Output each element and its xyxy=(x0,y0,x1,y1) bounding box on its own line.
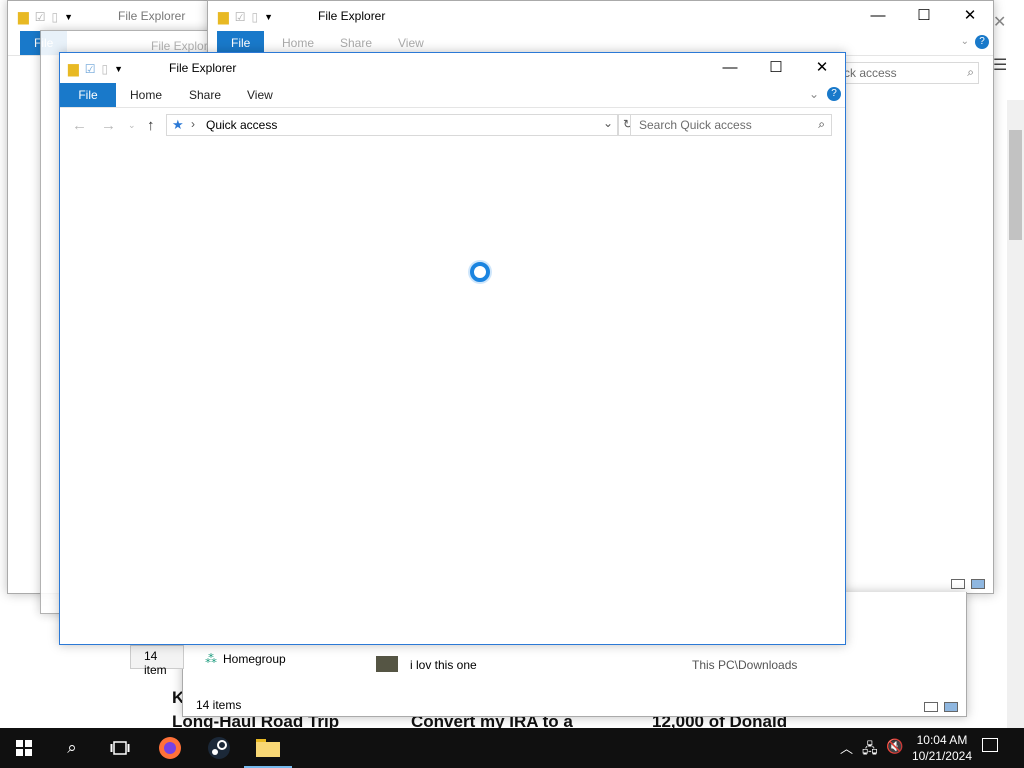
recent-chevron-icon[interactable]: ⌄ xyxy=(128,120,136,131)
title-bar[interactable]: ▆ ☑ ▯ ▼ File Explorer — ☐ ✕ xyxy=(60,53,845,83)
properties-icon[interactable]: ☑ xyxy=(235,10,246,24)
breadcrumb-quick-access[interactable]: Quick access xyxy=(206,118,277,132)
details-view-icon[interactable] xyxy=(951,579,965,589)
properties-icon[interactable]: ☑ xyxy=(85,62,96,76)
window-title: File Explorer xyxy=(318,9,386,23)
clock-date: 10/21/2024 xyxy=(911,749,972,763)
search-placeholder: Search Quick access xyxy=(639,118,752,132)
address-bar[interactable]: ★ › Quick access ⌄ xyxy=(166,114,618,136)
network-icon[interactable]: 🖧 xyxy=(862,738,878,762)
task-view-icon[interactable] xyxy=(96,728,144,768)
up-arrow-icon[interactable]: ↑ xyxy=(147,117,155,134)
close-button[interactable]: ✕ xyxy=(799,53,845,83)
content-area[interactable] xyxy=(60,142,845,644)
tab-share[interactable]: Share xyxy=(175,83,235,107)
chevron-down-icon[interactable]: ▼ xyxy=(264,12,273,22)
explorer-window-active[interactable]: ▆ ☑ ▯ ▼ File Explorer — ☐ ✕ File Home Sh… xyxy=(59,52,846,645)
browser-scrollbar-thumb[interactable] xyxy=(1009,130,1022,240)
nav-label: Homegroup xyxy=(223,652,286,666)
back-arrow-icon[interactable]: ← xyxy=(72,117,87,134)
breadcrumb-chevron-icon: › xyxy=(191,117,195,131)
large-icons-view-icon[interactable] xyxy=(971,579,985,589)
tab-view[interactable]: View xyxy=(233,83,287,107)
taskbar: ⌕ ︿ 🖧 🔇 10:04 AM 10/21/2024 xyxy=(0,728,1024,768)
folder-icon: ▆ xyxy=(68,60,79,76)
maximize-button[interactable]: ☐ xyxy=(753,53,799,83)
address-row: ← → ⌄ ↑ ★ › Quick access ⌄ ↻ Search Quic… xyxy=(60,108,845,142)
large-icons-view-icon[interactable] xyxy=(944,702,958,712)
folder-icon: ▆ xyxy=(18,8,29,24)
file-explorer-icon[interactable] xyxy=(244,728,292,768)
view-switcher[interactable] xyxy=(924,702,958,712)
window-title: File Explorer xyxy=(169,61,237,75)
window-title: File Explorer xyxy=(118,9,186,23)
system-clock[interactable]: 10:04 AM 10/21/2024 xyxy=(912,732,972,764)
chevron-down-icon[interactable]: ▼ xyxy=(114,64,123,74)
chevron-down-icon[interactable]: ▼ xyxy=(64,12,73,22)
menu-icon[interactable]: ☰ xyxy=(993,55,1007,75)
search-placeholder: ck access xyxy=(844,66,897,80)
file-location: This PC\Downloads xyxy=(692,658,798,672)
image-thumbnail-icon xyxy=(376,656,398,672)
homegroup-icon: ⁂ xyxy=(205,652,217,666)
tab-home[interactable]: Home xyxy=(116,83,176,107)
search-icon: ⌕ xyxy=(818,117,825,131)
new-folder-icon[interactable]: ▯ xyxy=(52,10,59,24)
status-bar-partial: 14 item xyxy=(130,645,184,677)
close-icon[interactable]: ✕ xyxy=(993,12,1006,32)
properties-icon[interactable]: ☑ xyxy=(35,10,46,24)
details-view-icon[interactable] xyxy=(924,702,938,712)
clock-time: 10:04 AM xyxy=(916,733,968,747)
chevron-up-icon[interactable]: ︿ xyxy=(840,738,853,757)
search-input[interactable]: ck access ⌕ xyxy=(837,62,979,84)
new-folder-icon[interactable]: ▯ xyxy=(102,62,109,76)
title-bar[interactable]: ▆ ☑ ▯ ▼ File Explorer — ☐ ✕ xyxy=(208,1,993,31)
chevron-down-icon[interactable]: ⌄ xyxy=(809,87,819,101)
title-bar[interactable]: ▆ ☑ ▯ ▼ File Explorer xyxy=(8,1,208,31)
nav-item-homegroup[interactable]: ⁂ Homegroup xyxy=(205,652,286,666)
firefox-icon[interactable] xyxy=(146,728,194,768)
folder-icon: ▆ xyxy=(218,8,229,24)
search-input[interactable]: Search Quick access ⌕ xyxy=(630,114,832,136)
ribbon-tabs: File Home Share View ⌄ ? xyxy=(60,83,845,108)
notifications-icon[interactable] xyxy=(982,738,998,752)
maximize-button[interactable]: ☐ xyxy=(901,1,947,31)
status-item-count: 14 items xyxy=(196,698,242,712)
search-icon[interactable]: ⌕ xyxy=(48,728,96,768)
loading-spinner-icon xyxy=(470,262,490,282)
tab-file[interactable]: File xyxy=(60,83,116,107)
file-name[interactable]: i lov this one xyxy=(410,658,477,672)
minimize-button[interactable]: — xyxy=(707,53,753,83)
view-switcher[interactable] xyxy=(951,579,985,589)
status-item-count: 14 item xyxy=(144,649,167,677)
help-icon[interactable]: ? xyxy=(827,87,841,101)
search-icon: ⌕ xyxy=(967,65,974,79)
steam-icon[interactable] xyxy=(195,728,243,768)
volume-muted-icon[interactable]: 🔇 xyxy=(886,738,903,755)
close-button[interactable]: ✕ xyxy=(947,1,993,31)
new-folder-icon[interactable]: ▯ xyxy=(252,10,259,24)
forward-arrow-icon[interactable]: → xyxy=(101,117,116,134)
chevron-down-icon[interactable]: ⌄ xyxy=(603,116,613,130)
chevron-down-icon[interactable]: ⌄ xyxy=(961,36,969,47)
start-icon[interactable] xyxy=(0,728,48,768)
minimize-button[interactable]: — xyxy=(855,1,901,31)
star-icon: ★ xyxy=(172,117,184,132)
help-icon[interactable]: ? xyxy=(975,35,989,49)
